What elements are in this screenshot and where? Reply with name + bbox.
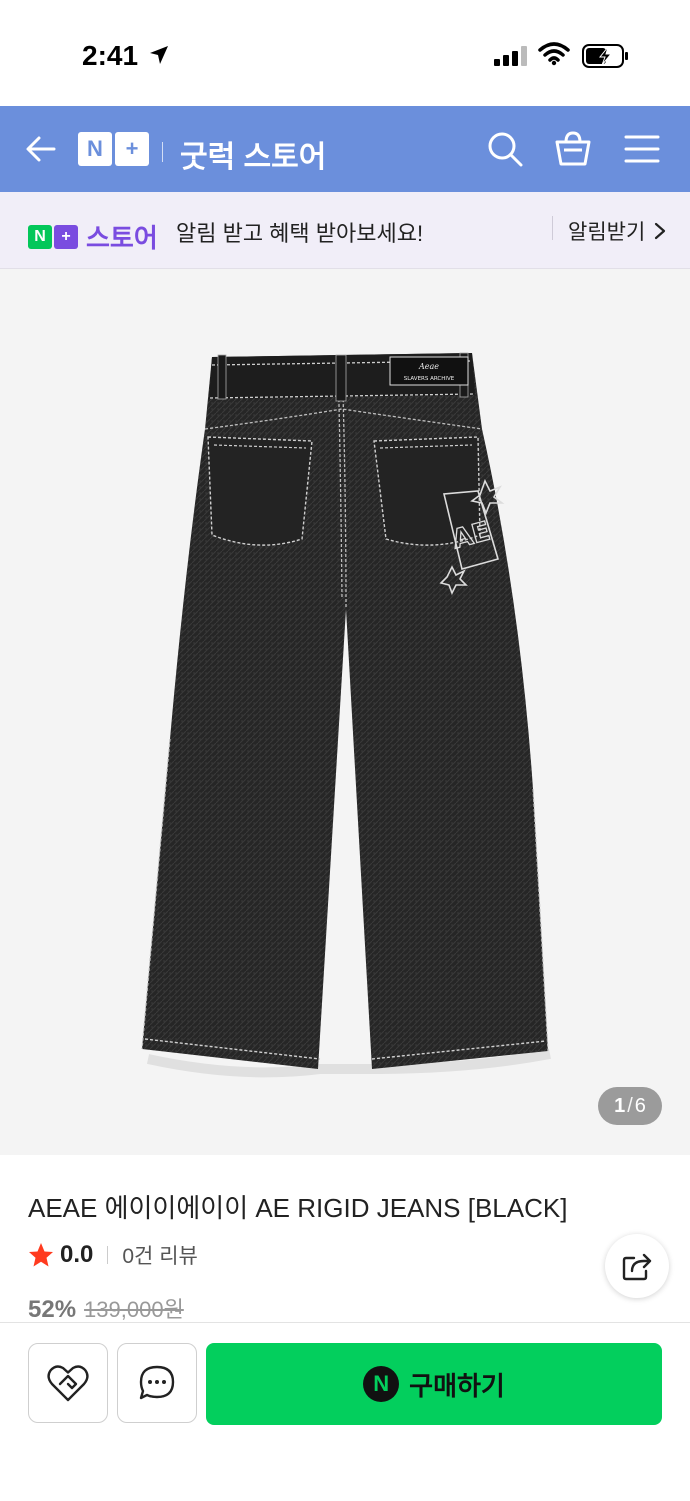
logo-n-green: N <box>28 224 52 249</box>
image-page-counter: 1 / 6 <box>598 1087 662 1125</box>
review-count[interactable]: 0건 리뷰 <box>122 1240 197 1270</box>
chat-bubble-icon <box>139 1365 175 1400</box>
naver-plus-logo[interactable]: N + <box>78 132 152 168</box>
heart-icon <box>47 1365 89 1402</box>
product-title: AEAE 에이이에이이 AE RIGID JEANS [BLACK] <box>28 1193 568 1223</box>
notification-banner: N + 스토어 알림 받고 혜택 받아보세요! 알림받기 <box>0 192 690 269</box>
product-image-gallery[interactable]: Aeae SLAVERS ARCHIVE AE <box>0 269 690 1155</box>
cellular-signal-icon <box>494 46 527 66</box>
back-arrow-icon[interactable] <box>24 132 58 166</box>
naver-pay-icon: N <box>363 1366 400 1402</box>
status-time: 2:41 <box>82 40 139 71</box>
logo-plus: + <box>115 132 149 166</box>
battery-charging-icon <box>582 44 628 68</box>
original-price: 139,000원 <box>84 1297 184 1322</box>
notification-message: 알림 받고 혜택 받아보세요! <box>176 221 424 246</box>
search-icon[interactable] <box>486 130 524 168</box>
counter-separator: / <box>627 1094 633 1117</box>
subscribe-notification-button[interactable]: 알림받기 <box>568 216 669 246</box>
price-row: 52% 139,000원 <box>28 1292 184 1324</box>
buy-now-button[interactable]: N 구매하기 <box>206 1343 662 1425</box>
total-image-count: 6 <box>634 1094 646 1117</box>
status-bar: 2:41 <box>0 0 690 106</box>
hamburger-menu-icon[interactable] <box>624 134 660 164</box>
header-divider <box>162 142 163 162</box>
buy-now-label: 구매하기 <box>409 1370 505 1401</box>
rating-divider <box>107 1246 109 1264</box>
product-photo-jeans: Aeae SLAVERS ARCHIVE AE <box>141 352 551 1078</box>
store-name[interactable]: 굿럭 스토어 <box>180 132 326 176</box>
bottom-action-bar: N 구매하기 <box>0 1322 690 1501</box>
wishlist-button[interactable] <box>28 1343 108 1423</box>
logo-plus-purple: + <box>54 224 78 249</box>
share-button[interactable] <box>605 1234 669 1298</box>
current-image-index: 1 <box>614 1094 626 1117</box>
location-arrow-icon <box>150 46 168 64</box>
rating-summary[interactable]: 0.0 0건 리뷰 <box>28 1240 198 1270</box>
wifi-icon <box>538 42 570 66</box>
star-icon <box>29 1243 53 1267</box>
discount-rate: 52% <box>28 1296 77 1323</box>
naver-plus-store-logo: N + 스토어 <box>28 218 158 255</box>
logo-n: N <box>78 132 112 166</box>
notice-divider <box>552 216 553 240</box>
store-header: N + 굿럭 스토어 <box>0 106 690 192</box>
subscribe-label: 알림받기 <box>568 221 646 244</box>
patch-text-1: Aeae <box>418 362 439 371</box>
share-icon <box>622 1253 652 1281</box>
shopping-basket-icon[interactable] <box>554 130 592 168</box>
store-label: 스토어 <box>86 223 158 253</box>
rating-score: 0.0 <box>60 1241 94 1268</box>
chevron-right-icon <box>655 222 666 240</box>
chat-inquiry-button[interactable] <box>117 1343 197 1423</box>
patch-text-2: SLAVERS ARCHIVE <box>404 376 455 382</box>
